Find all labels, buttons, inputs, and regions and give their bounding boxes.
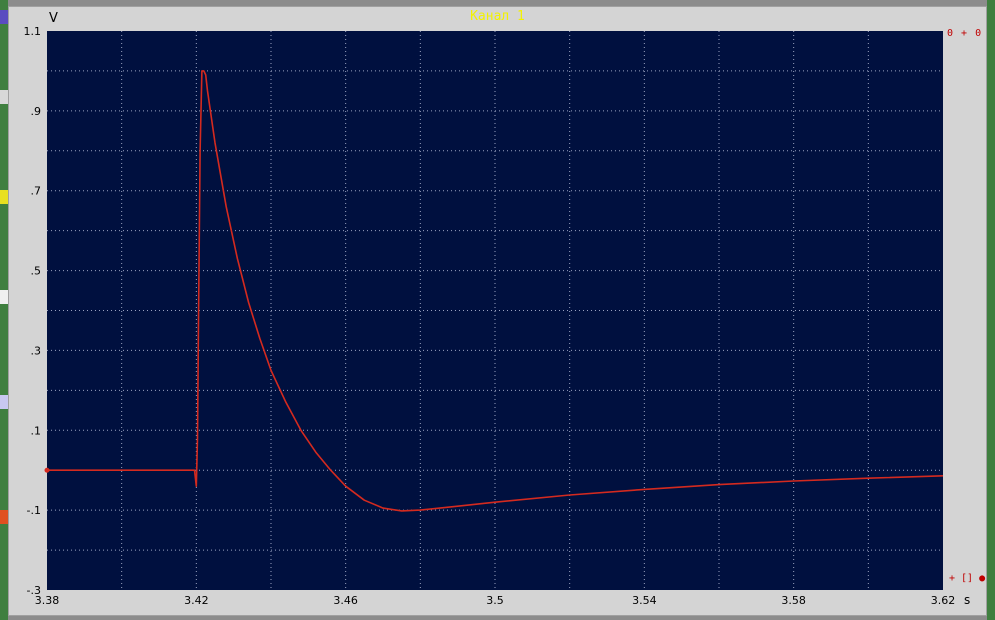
y-tick-label: .5 xyxy=(31,265,42,278)
desktop-edge-left xyxy=(0,0,8,620)
zero-level-marker xyxy=(44,467,50,473)
y-axis-unit: V xyxy=(49,11,58,26)
y-tick-label: .9 xyxy=(31,105,42,118)
y-tick-label: .1 xyxy=(31,424,42,437)
desktop-icon xyxy=(0,395,8,409)
x-tick-label: 3.58 xyxy=(781,594,806,607)
x-tick-label: 3.38 xyxy=(35,594,60,607)
desktop-icon xyxy=(0,190,8,204)
oscilloscope-window: 1.1.9.7.5.3.1 -.1 -.3 3.38 3.42 3.46 3.5 3.54 3.… xyxy=(8,6,987,616)
x-tick-label: 3.62 xyxy=(931,594,956,607)
desktop-edge-right xyxy=(987,0,995,620)
y-tick-label: .3 xyxy=(31,344,42,357)
desktop-icon xyxy=(0,90,8,104)
x-axis-unit: s xyxy=(964,593,971,607)
desktop-icon xyxy=(0,510,8,524)
x-tick-label: 3.54 xyxy=(632,594,657,607)
desktop-icon xyxy=(0,290,8,304)
desktop-icon xyxy=(0,10,8,24)
x-tick-label: 3.46 xyxy=(333,594,358,607)
zoom-controls-bottom[interactable]: + [] ● xyxy=(949,573,985,584)
y-tick-label: 1.1 xyxy=(24,25,42,38)
oscilloscope-plot: 1.1.9.7.5.3.1-.1-.33.38 3.42 3.46 3.5 3.54 3.… xyxy=(24,25,956,607)
y-tick-label: -.1 xyxy=(27,504,41,517)
zoom-controls-top[interactable]: 0 + 0 xyxy=(947,28,982,39)
x-tick-label: 3.42 xyxy=(184,594,209,607)
y-tick-label: .7 xyxy=(31,185,42,198)
channel-title: Канал 1 xyxy=(470,9,525,24)
x-tick-label: 3.5 xyxy=(486,594,504,607)
